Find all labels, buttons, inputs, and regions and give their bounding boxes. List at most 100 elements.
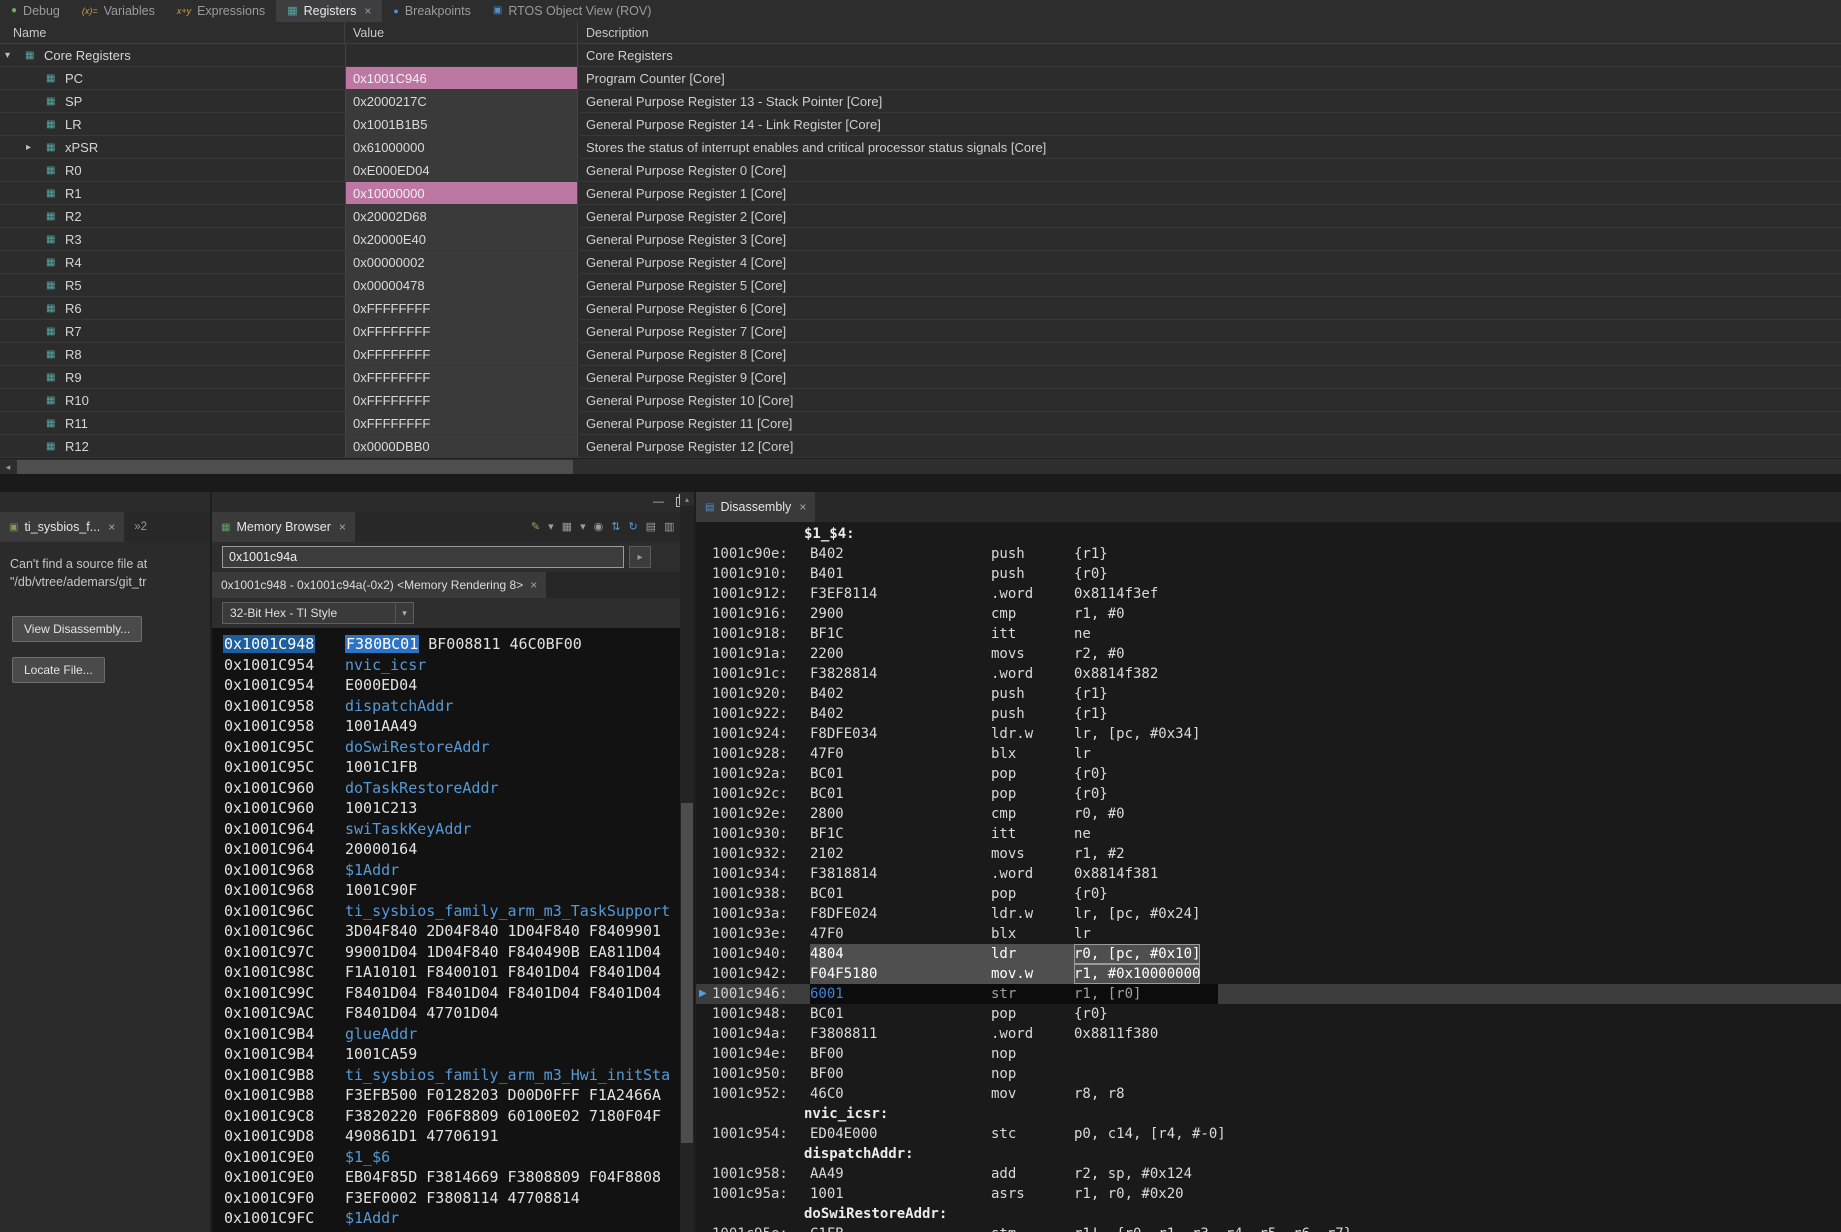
disassembly-line[interactable]: 1001c92c: BC01 pop {r0} xyxy=(696,784,1841,804)
register-value-cell[interactable]: 0xFFFFFFFF xyxy=(345,320,578,342)
memory-symbol-link[interactable]: swiTaskKeyAddr xyxy=(345,820,471,838)
register-value-cell[interactable]: 0xE000ED04 xyxy=(345,159,578,181)
memory-words[interactable]: 99001D04 1D04F840 F840490B EA811D04 xyxy=(345,943,661,961)
disassembly-line[interactable]: 1001c934: F3818814 .word 0x8814f381 xyxy=(696,864,1841,884)
memory-words[interactable]: F1A10101 F8400101 F8401D04 F8401D04 xyxy=(345,963,661,981)
memory-address[interactable]: 0x1001C948 xyxy=(212,634,345,655)
view-tab[interactable]: ● Breakpoints xyxy=(382,0,481,22)
expander-icon[interactable]: ▾ xyxy=(5,50,25,61)
register-row[interactable]: ▸ ▦ xPSR 0x61000000 Stores the status of… xyxy=(0,136,1841,159)
memory-line[interactable]: 0x1001C958 dispatchAddr xyxy=(212,696,694,717)
memory-symbol-link[interactable]: glueAddr xyxy=(345,1025,417,1043)
source-file-tab[interactable]: ▣ ti_sysbios_f... × xyxy=(0,512,125,542)
memory-address[interactable]: 0x1001C960 xyxy=(212,798,345,819)
memory-symbol-link[interactable]: nvic_icsr xyxy=(345,656,426,674)
scroll-left-button[interactable]: ◂ xyxy=(0,459,16,475)
register-value-cell[interactable]: 0x10000000 xyxy=(345,182,578,204)
memory-line[interactable]: 0x1001C968 $1Addr xyxy=(212,860,694,881)
disassembly-line[interactable]: 1001c94a: F3808811 .word 0x8811f380 xyxy=(696,1024,1841,1044)
memory-address[interactable]: 0x1001C97C xyxy=(212,942,345,963)
memory-words[interactable]: 3D04F840 2D04F840 1D04F840 F8409901 xyxy=(345,922,661,940)
register-value-cell[interactable]: 0x00000002 xyxy=(345,251,578,273)
memory-line[interactable]: 0x1001C9B4 1001CA59 xyxy=(212,1044,694,1065)
memory-address[interactable]: 0x1001C954 xyxy=(212,675,345,696)
refresh-icon[interactable]: ↻ xyxy=(628,521,637,533)
memory-words[interactable]: BF008811 46C0BF00 xyxy=(428,635,582,653)
memory-address[interactable]: 0x1001C95C xyxy=(212,757,345,778)
register-row[interactable]: ▦ R8 0xFFFFFFFF General Purpose Register… xyxy=(0,343,1841,366)
memory-address[interactable]: 0x1001C9E0 xyxy=(212,1167,345,1188)
disassembly-line[interactable]: 1001c948: BC01 pop {r0} xyxy=(696,1004,1841,1024)
register-row[interactable]: ▦ R0 0xE000ED04 General Purpose Register… xyxy=(0,159,1841,182)
view-tab[interactable]: ▣ RTOS Object View (ROV) xyxy=(482,0,663,22)
memory-words[interactable]: F3820220 F06F8809 60100E02 7180F04F xyxy=(345,1107,661,1125)
memory-line[interactable]: 0x1001C9B8 ti_sysbios_family_arm_m3_Hwi_i… xyxy=(212,1065,694,1086)
memory-scrollbar[interactable]: ▴ xyxy=(680,492,694,1232)
memory-address[interactable]: 0x1001C9B4 xyxy=(212,1024,345,1045)
disassembly-line[interactable]: 1001c954: ED04E000 stc p0, c14, [r4, #-0] xyxy=(696,1124,1841,1144)
close-icon[interactable]: × xyxy=(530,578,537,592)
register-row[interactable]: ▦ R11 0xFFFFFFFF General Purpose Registe… xyxy=(0,412,1841,435)
disassembly-line[interactable]: 1001c922: B402 push {r1} xyxy=(696,704,1841,724)
export-memory-icon[interactable]: ▥ xyxy=(664,521,674,533)
disassembly-line[interactable]: 1001c91a: 2200 movs r2, #0 xyxy=(696,644,1841,664)
disassembly-listing[interactable]: $1_$4: 1001c90e: B402 push {r1} 1001c910: B4… xyxy=(696,522,1841,1232)
memory-line[interactable]: 0x1001C960 doTaskRestoreAddr xyxy=(212,778,694,799)
memory-style-select[interactable]: 32-Bit Hex - TI Style ▾ xyxy=(222,602,414,624)
register-row[interactable]: ▦ SP 0x2000217C General Purpose Register… xyxy=(0,90,1841,113)
memory-symbol-link[interactable]: ti_sysbios_family_arm_m3_TaskSupport xyxy=(345,902,670,920)
memory-words[interactable]: 1001C213 xyxy=(345,799,417,817)
disassembly-line[interactable]: 1001c924: F8DFE034 ldr.w lr, [pc, #0x34] xyxy=(696,724,1841,744)
disassembly-line[interactable]: 1001c950: BF00 nop xyxy=(696,1064,1841,1084)
memory-line[interactable]: 0x1001C99C F8401D04 F8401D04 F8401D04 F84… xyxy=(212,983,694,1004)
memory-words[interactable]: F3EF0002 F3808114 47708814 xyxy=(345,1189,580,1207)
memory-address[interactable]: 0x1001C960 xyxy=(212,778,345,799)
memory-address[interactable]: 0x1001C958 xyxy=(212,696,345,717)
memory-words[interactable]: EB04F85D F3814669 F3808809 F04F8808 xyxy=(345,1168,661,1186)
disassembly-line[interactable]: 1001c928: 47F0 blx lr xyxy=(696,744,1841,764)
register-value-cell[interactable]: 0x61000000 xyxy=(345,136,578,158)
live-update-icon[interactable]: ◉ xyxy=(594,521,604,533)
memory-address[interactable]: 0x1001C968 xyxy=(212,880,345,901)
close-icon[interactable]: × xyxy=(799,500,806,514)
memory-line[interactable]: 0x1001C968 1001C90F xyxy=(212,880,694,901)
memory-line[interactable]: 0x1001C9AC F8401D04 47701D04 xyxy=(212,1003,694,1024)
register-value-cell[interactable]: 0x0000DBB0 xyxy=(345,435,578,457)
disassembly-line[interactable]: dispatchAddr: xyxy=(696,1144,1841,1164)
disassembly-line[interactable]: doSwiRestoreAddr: xyxy=(696,1204,1841,1224)
view-tab[interactable]: x+y Expressions xyxy=(166,0,276,22)
register-row[interactable]: ▦ R9 0xFFFFFFFF General Purpose Register… xyxy=(0,366,1841,389)
disassembly-line[interactable]: 1001c92a: BC01 pop {r0} xyxy=(696,764,1841,784)
memory-words[interactable]: 1001CA59 xyxy=(345,1045,417,1063)
pin-rendering-icon[interactable]: ✎ xyxy=(531,521,540,533)
memory-address[interactable]: 0x1001C98C xyxy=(212,962,345,983)
memory-line[interactable]: 0x1001C954 E000ED04 xyxy=(212,675,694,696)
disassembly-line[interactable]: 1001c938: BC01 pop {r0} xyxy=(696,884,1841,904)
hscroll-thumb[interactable] xyxy=(17,460,573,474)
memory-address[interactable]: 0x1001C96C xyxy=(212,921,345,942)
close-icon[interactable]: × xyxy=(339,520,346,534)
close-icon[interactable]: × xyxy=(108,520,115,534)
memory-address[interactable]: 0x1001C9B8 xyxy=(212,1065,345,1086)
disassembly-line[interactable]: 1001c916: 2900 cmp r1, #0 xyxy=(696,604,1841,624)
register-value-cell[interactable]: 0xFFFFFFFF xyxy=(345,389,578,411)
register-row[interactable]: ▦ R1 0x10000000 General Purpose Register… xyxy=(0,182,1841,205)
memory-dump[interactable]: 0x1001C948 F380BC01 BF008811 46C0BF00 0x10… xyxy=(212,628,694,1232)
view-tab[interactable]: ▦ Registers × xyxy=(276,0,383,22)
memory-selected-word[interactable]: F380BC01 xyxy=(345,635,420,653)
memory-address[interactable]: 0x1001C96C xyxy=(212,901,345,922)
memory-line[interactable]: 0x1001C964 swiTaskKeyAddr xyxy=(212,819,694,840)
memory-line[interactable]: 0x1001C96C 3D04F840 2D04F840 1D04F840 F84… xyxy=(212,921,694,942)
memory-address[interactable]: 0x1001C9AC xyxy=(212,1003,345,1024)
memory-address[interactable]: 0x1001C964 xyxy=(212,839,345,860)
register-row[interactable]: ▦ R5 0x00000478 General Purpose Register… xyxy=(0,274,1841,297)
memory-address[interactable]: 0x1001C9B8 xyxy=(212,1085,345,1106)
disassembly-line[interactable]: 1001c93e: 47F0 blx lr xyxy=(696,924,1841,944)
register-row[interactable]: ▦ R6 0xFFFFFFFF General Purpose Register… xyxy=(0,297,1841,320)
memory-words[interactable]: E000ED04 xyxy=(345,676,417,694)
memory-address[interactable]: 0x1001C9C8 xyxy=(212,1106,345,1127)
memory-symbol-link[interactable]: ti_sysbios_family_arm_m3_Hwi_initSta xyxy=(345,1066,670,1084)
memory-symbol-link[interactable]: doSwiRestoreAddr xyxy=(345,738,490,756)
memory-address[interactable]: 0x1001C9D8 xyxy=(212,1126,345,1147)
memory-symbol-link[interactable]: dispatchAddr xyxy=(345,697,453,715)
